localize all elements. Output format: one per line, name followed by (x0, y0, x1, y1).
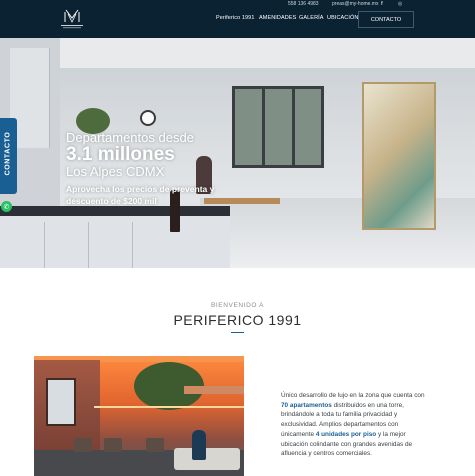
hero-counter-door (88, 222, 130, 268)
intro-description: Único desarrollo de lujo en la zona que … (281, 391, 431, 459)
email-link[interactable]: preas@my-home.mx (332, 1, 378, 7)
photo-sofa (174, 448, 240, 470)
hero-counter-door (44, 222, 86, 268)
photo-lights (94, 406, 244, 408)
title-divider (231, 332, 244, 333)
photo-pergola (184, 386, 244, 394)
nav-periferico[interactable]: Periferico 1991 (216, 15, 255, 21)
hero-banner: Departamentos desde 3.1 millones Los Alp… (0, 38, 475, 268)
photo-chair (146, 438, 164, 452)
hero-price: 3.1 millones (66, 144, 175, 165)
hero-location: Los Alpes CDMX (66, 164, 165, 179)
whatsapp-icon[interactable]: ✆ (1, 201, 12, 212)
hero-window-frame (292, 86, 295, 168)
facebook-icon[interactable]: f (381, 1, 383, 7)
nav-galeria[interactable]: GALERÍA (299, 15, 324, 21)
photo-window (46, 378, 76, 426)
phone-link[interactable]: 558 136 4983 (288, 1, 319, 7)
photo-person (192, 430, 206, 460)
contact-button[interactable]: CONTACTO (358, 11, 414, 28)
contact-side-tab[interactable]: CONTACTO (0, 118, 17, 194)
desc-highlight-apartments: 70 apartamentos (281, 401, 332, 409)
terrace-photo (34, 356, 244, 476)
hero-window-frame (262, 86, 265, 168)
hero-line-1: Departamentos desde (66, 130, 194, 145)
instagram-icon[interactable]: ◎ (398, 1, 402, 7)
hero-promo: Aprovecha los precios de preventa y desc… (66, 184, 215, 206)
desc-highlight-units: 4 unidades por piso (315, 430, 377, 438)
photo-chair (74, 438, 92, 452)
nav-ubicacion[interactable]: UBICACIÓN (327, 15, 358, 21)
desc-text: Único desarrollo de lujo en la zona que … (281, 392, 425, 399)
welcome-label: BIENVENIDO A (210, 302, 265, 309)
site-header: 558 136 4983 preas@my-home.mx f ◎ Perife… (0, 0, 475, 38)
hero-ceiling (0, 38, 475, 68)
hero-counter-door (132, 222, 174, 268)
contact-side-tab-label: CONTACTO (4, 131, 12, 176)
hero-window (232, 86, 324, 168)
page: 558 136 4983 preas@my-home.mx f ◎ Perife… (0, 0, 475, 476)
nav-amenidades[interactable]: AMENIDADES (259, 15, 296, 21)
clock-icon (140, 110, 156, 126)
photo-chair (104, 438, 122, 452)
hero-artwork (362, 82, 436, 230)
logo[interactable] (58, 8, 86, 32)
section-title: PERIFERICO 1991 (173, 312, 302, 328)
